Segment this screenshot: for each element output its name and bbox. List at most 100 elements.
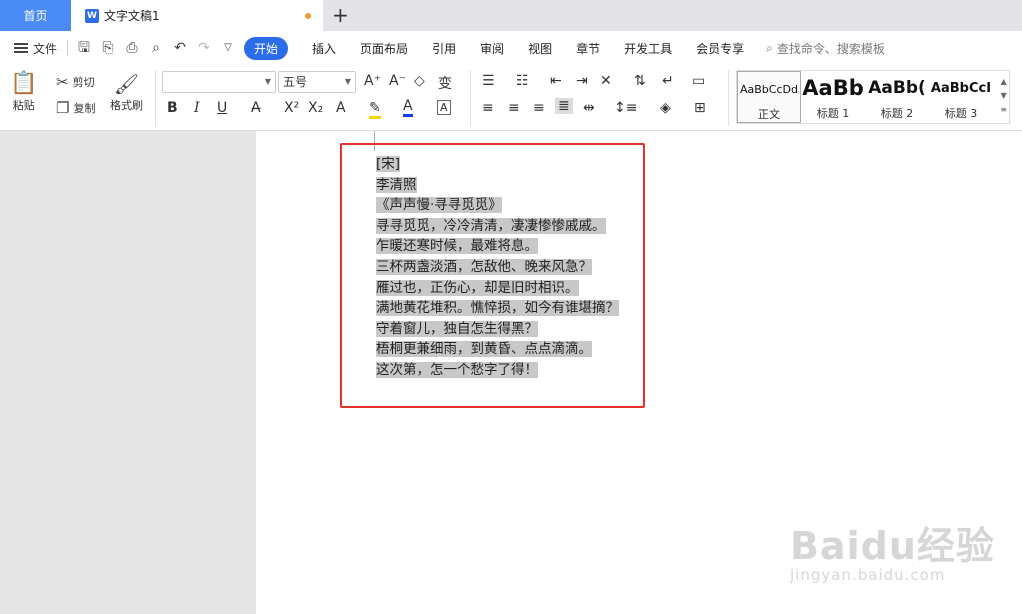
styles-gallery: AaBbCcDd 正文 AaBb 标题 1 AaBb( 标题 2 AaBbCcI… — [736, 70, 1010, 124]
tab-document[interactable]: W 文字文稿1 — [71, 0, 323, 31]
style-label: 标题 3 — [944, 107, 978, 120]
font-color-icon[interactable]: A — [403, 98, 413, 117]
style-heading-1[interactable]: AaBb 标题 1 — [801, 71, 865, 123]
command-search[interactable]: ⌕ 查找命令、搜索模板 — [766, 40, 885, 57]
chevron-down-icon[interactable]: ▼ — [1000, 89, 1007, 103]
style-label: 正文 — [758, 108, 780, 121]
borders-icon[interactable]: ⊞ — [694, 100, 706, 116]
tab-bar: 首页 W 文字文稿1 + — [0, 0, 1022, 31]
format-painter-button[interactable]: 🖌 格式刷 — [110, 71, 143, 113]
print-icon[interactable]: ⎙ — [124, 40, 140, 56]
highlight-annotation-box — [340, 143, 645, 408]
tab-insert[interactable]: 插入 — [312, 40, 336, 57]
scissors-icon: ✂ — [56, 73, 69, 91]
font-size-select[interactable]: 五号 ▼ — [278, 71, 356, 93]
cut-label: 剪切 — [72, 76, 95, 89]
chinese-layout-icon[interactable]: ✕ — [600, 73, 612, 89]
decrease-indent-icon[interactable]: ⇤ — [550, 73, 562, 89]
separator — [155, 70, 156, 126]
expand-icon[interactable]: ≡ — [1000, 103, 1007, 117]
strikethrough-icon[interactable]: A̶ — [251, 100, 261, 116]
style-label: 标题 1 — [816, 107, 850, 120]
styles-scroll[interactable]: ▲ ▼ ≡ — [1000, 75, 1007, 117]
tab-developer[interactable]: 开发工具 — [624, 40, 672, 57]
ribbon-toolbar: 📋 粘贴 ✂ 剪切 ❐ 复制 🖌 格式刷 ▼ 五号 ▼ A⁺ A⁻ ◇ 变 B … — [0, 65, 1022, 131]
numbered-list-icon[interactable]: ☷ — [516, 73, 529, 89]
tab-section[interactable]: 章节 — [576, 40, 600, 57]
font-size-value: 五号 — [283, 75, 308, 89]
bullet-list-icon[interactable]: ☰ — [482, 73, 495, 89]
document-title: 文字文稿1 — [104, 9, 160, 23]
char-border-icon[interactable]: A — [437, 100, 451, 115]
save-icon[interactable]: 🖫 — [76, 40, 92, 56]
style-heading-2[interactable]: AaBb( 标题 2 — [865, 71, 929, 123]
style-heading-3[interactable]: AaBbCcI 标题 3 — [929, 71, 993, 123]
line-spacing-icon[interactable]: ↕≡ — [614, 100, 637, 116]
align-right-icon[interactable]: ≡ — [533, 100, 545, 116]
separator — [67, 40, 69, 56]
style-preview: AaBbCcDd — [740, 82, 798, 96]
tab-member[interactable]: 会员专享 — [696, 40, 744, 57]
clear-format-icon[interactable]: ◇ — [414, 73, 425, 89]
tab-review[interactable]: 审阅 — [480, 40, 504, 57]
copy-button[interactable]: ❐ 复制 — [56, 100, 95, 116]
watermark-logo: Baidu经验 — [790, 524, 995, 568]
font-name-select[interactable]: ▼ — [162, 71, 276, 93]
chevron-up-icon[interactable]: ▲ — [1000, 75, 1007, 89]
cut-button[interactable]: ✂ 剪切 — [56, 74, 95, 90]
clipboard-icon: 📋 — [10, 71, 38, 96]
italic-icon[interactable]: I — [194, 100, 200, 116]
redo-icon[interactable]: ↷ — [196, 40, 212, 56]
separator — [728, 70, 729, 126]
print-preview-icon[interactable]: ⌕ — [148, 40, 164, 56]
style-normal[interactable]: AaBbCcDd 正文 — [737, 71, 801, 123]
chevron-down-icon: ▼ — [344, 77, 351, 86]
tab-page-layout[interactable]: 页面布局 — [360, 40, 408, 57]
show-marks-icon[interactable]: ↵ — [662, 73, 674, 89]
increase-indent-icon[interactable]: ⇥ — [576, 73, 588, 89]
writer-doc-icon: W — [85, 8, 99, 23]
hamburger-icon — [14, 43, 28, 53]
subscript-icon[interactable]: X₂ — [308, 100, 323, 116]
tab-start[interactable]: 开始 — [244, 36, 289, 60]
phonetic-guide-icon[interactable]: 变 — [438, 73, 452, 93]
search-icon: ⌕ — [766, 40, 773, 55]
unsaved-indicator — [305, 13, 311, 19]
customize-dropdown-icon[interactable]: ▽ — [220, 40, 236, 56]
highlight-icon[interactable]: ✎ — [369, 100, 381, 119]
style-preview: AaBb( — [868, 78, 926, 98]
separator — [470, 70, 471, 126]
paste-button[interactable]: 📋 粘贴 — [10, 71, 37, 113]
command-search-placeholder: 查找命令、搜索模板 — [776, 41, 885, 56]
grow-font-icon[interactable]: A⁺ — [364, 73, 381, 89]
new-tab-button[interactable]: + — [332, 4, 349, 26]
align-left-icon[interactable]: ≡ — [482, 100, 494, 116]
watermark: Baidu经验 jingyan.baidu.com — [790, 515, 995, 584]
undo-icon[interactable]: ↶ — [172, 40, 188, 56]
tab-view[interactable]: 视图 — [528, 40, 552, 57]
bold-icon[interactable]: B — [167, 100, 178, 116]
sort-icon[interactable]: ⇅ — [634, 73, 646, 89]
distribute-icon[interactable]: ⇹ — [583, 100, 595, 116]
export-pdf-icon[interactable]: ⎘ — [100, 40, 116, 56]
format-painter-label: 格式刷 — [110, 99, 143, 112]
copy-label: 复制 — [73, 102, 96, 115]
tab-references[interactable]: 引用 — [432, 40, 456, 57]
justify-icon[interactable]: ≣ — [555, 98, 573, 114]
style-label: 标题 2 — [880, 107, 914, 120]
style-preview: AaBb — [802, 76, 864, 100]
paste-label: 粘贴 — [12, 99, 35, 112]
align-center-icon[interactable]: ≡ — [508, 100, 520, 116]
menu-bar: 文件 🖫 ⎘ ⎙ ⌕ ↶ ↷ ▽ 开始 插入 页面布局 引用 审阅 视图 章节 … — [0, 31, 1022, 65]
chevron-down-icon: ▼ — [264, 77, 271, 86]
shading-icon[interactable]: ◈ — [660, 100, 671, 116]
text-effect-icon[interactable]: A — [336, 100, 346, 116]
underline-icon[interactable]: U — [217, 100, 227, 116]
ruler-icon[interactable]: ▭ — [692, 73, 705, 89]
style-preview: AaBbCcI — [930, 80, 992, 96]
tab-home[interactable]: 首页 — [0, 0, 71, 31]
superscript-icon[interactable]: X² — [284, 100, 299, 116]
brush-icon: 🖌 — [113, 72, 140, 96]
shrink-font-icon[interactable]: A⁻ — [389, 73, 406, 89]
file-menu[interactable]: 文件 — [14, 40, 57, 57]
